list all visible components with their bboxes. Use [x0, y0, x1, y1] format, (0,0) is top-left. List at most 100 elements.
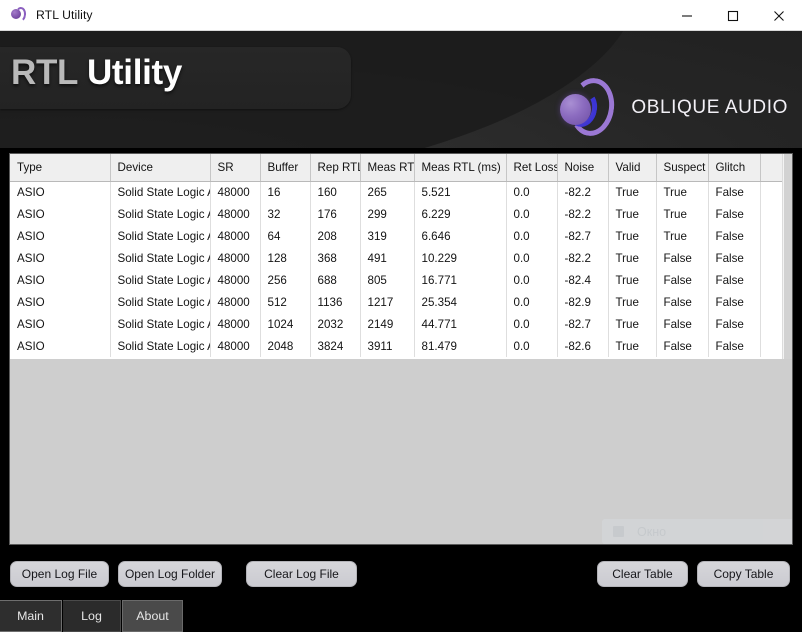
table-cell: ASIO: [10, 225, 111, 247]
table-cell: -82.4: [557, 269, 609, 291]
table-column-header[interactable]: Meas RTL: [360, 154, 415, 182]
table-column-header[interactable]: Device: [110, 154, 211, 182]
table-cell: 512: [260, 291, 311, 313]
table-cell: 81.479: [414, 335, 507, 357]
table-cell: 0.0: [506, 269, 558, 291]
table-row[interactable]: ASIOSolid State Logic AS4800010242032214…: [10, 313, 792, 335]
table-cell: ASIO: [10, 335, 111, 357]
table-cell: ASIO: [10, 313, 111, 335]
table-cell: False: [708, 203, 761, 225]
table-cell: True: [608, 181, 657, 203]
tab-main[interactable]: Main: [0, 600, 62, 632]
oblique-audio-logo-icon: [556, 75, 619, 139]
table-cell: Solid State Logic AS: [110, 247, 211, 269]
table-cell: -82.7: [557, 313, 609, 335]
clear-log-file-button[interactable]: Clear Log File: [246, 561, 357, 587]
table-cell: 16: [260, 181, 311, 203]
table-column-header[interactable]: SR: [210, 154, 261, 182]
table-cell: -82.9: [557, 291, 609, 313]
table-column-header[interactable]: Suspect: [656, 154, 709, 182]
table-column-header[interactable]: Valid: [608, 154, 657, 182]
table-header-row: TypeDeviceSRBufferRep RTLMeas RTLMeas RT…: [10, 154, 792, 182]
table-cell: True: [608, 313, 657, 335]
table-row[interactable]: ASIOSolid State Logic AS4800051211361217…: [10, 291, 792, 313]
table-cell: 48000: [210, 181, 261, 203]
table-cell: Solid State Logic AS: [110, 291, 211, 313]
table-cell: -82.2: [557, 247, 609, 269]
table-cell: False: [708, 225, 761, 247]
ghost-window-widget: Окно: [602, 519, 792, 544]
table-cell: Solid State Logic AS: [110, 225, 211, 247]
table-row[interactable]: ASIOSolid State Logic AS4800025668880516…: [10, 269, 792, 291]
table-cell: 2048: [260, 335, 311, 357]
clear-table-button[interactable]: Clear Table: [597, 561, 688, 587]
table-cell: False: [656, 335, 709, 357]
page-title: RTL Utility: [11, 53, 182, 93]
table-cell: True: [608, 203, 657, 225]
window-square-icon: [613, 526, 624, 537]
table-cell: Solid State Logic AS: [110, 269, 211, 291]
table-cell: False: [708, 291, 761, 313]
tab-log[interactable]: Log: [63, 600, 121, 632]
table-scrollbar[interactable]: [782, 154, 792, 359]
table-cell: ASIO: [10, 291, 111, 313]
table-row[interactable]: ASIOSolid State Logic AS4800012836849110…: [10, 247, 792, 269]
table-column-header[interactable]: Rep RTL: [310, 154, 361, 182]
table-cell: 2032: [310, 313, 361, 335]
table-cell: 0.0: [506, 313, 558, 335]
table-cell: -82.2: [557, 181, 609, 203]
table-cell: True: [656, 225, 709, 247]
table-cell: 48000: [210, 247, 261, 269]
table-row[interactable]: ASIOSolid State Logic AS48000321762996.2…: [10, 203, 792, 225]
table-cell: 0.0: [506, 181, 558, 203]
table-cell: -82.7: [557, 225, 609, 247]
table-cell: False: [708, 335, 761, 357]
ghost-window-label: Окно: [637, 524, 667, 539]
table-cell: Solid State Logic AS: [110, 203, 211, 225]
table-row[interactable]: ASIOSolid State Logic AS48000642083196.6…: [10, 225, 792, 247]
table-scrollbar-thumb[interactable]: [784, 154, 792, 359]
open-log-file-button[interactable]: Open Log File: [10, 561, 109, 587]
table-cell: 0.0: [506, 335, 558, 357]
table-cell: 16.771: [414, 269, 507, 291]
table-cell: 491: [360, 247, 415, 269]
table-cell: 2149: [360, 313, 415, 335]
brand: OBLIQUE AUDIO: [556, 75, 788, 139]
table-cell: False: [708, 181, 761, 203]
close-icon[interactable]: [756, 0, 802, 31]
table-cell: 1024: [260, 313, 311, 335]
brand-name: OBLIQUE AUDIO: [631, 97, 788, 118]
results-table: TypeDeviceSRBufferRep RTLMeas RTLMeas RT…: [10, 154, 792, 357]
table-row[interactable]: ASIOSolid State Logic AS48000161602655.5…: [10, 181, 792, 203]
table-cell: Solid State Logic AS: [110, 313, 211, 335]
table-column-header[interactable]: Meas RTL (ms): [414, 154, 507, 182]
table-cell: 299: [360, 203, 415, 225]
copy-table-button[interactable]: Copy Table: [697, 561, 790, 587]
table-cell: 48000: [210, 313, 261, 335]
table-cell: 176: [310, 203, 361, 225]
table-cell: -82.2: [557, 203, 609, 225]
tab-bar: Main Log About: [0, 600, 802, 632]
table-column-header[interactable]: Ret Loss: [506, 154, 558, 182]
table-cell: ASIO: [10, 269, 111, 291]
table-body: ASIOSolid State Logic AS48000161602655.5…: [10, 181, 792, 357]
table-column-header[interactable]: Type: [10, 154, 111, 182]
table-cell: 368: [310, 247, 361, 269]
table-cell: 48000: [210, 225, 261, 247]
table-cell: 256: [260, 269, 311, 291]
table-cell: 3911: [360, 335, 415, 357]
table-row[interactable]: ASIOSolid State Logic AS4800020483824391…: [10, 335, 792, 357]
open-log-folder-button[interactable]: Open Log Folder: [118, 561, 222, 587]
table-cell: 0.0: [506, 203, 558, 225]
table-column-header[interactable]: Buffer: [260, 154, 311, 182]
table-cell: 0.0: [506, 225, 558, 247]
maximize-icon[interactable]: [710, 0, 756, 31]
table-column-header[interactable]: Noise: [557, 154, 609, 182]
table-column-header[interactable]: Glitch: [708, 154, 761, 182]
table-cell: 6.646: [414, 225, 507, 247]
app-logo-icon: [11, 6, 27, 23]
tab-about[interactable]: About: [122, 600, 183, 632]
table-cell: ASIO: [10, 181, 111, 203]
table-cell: -82.6: [557, 335, 609, 357]
minimize-icon[interactable]: [664, 0, 710, 31]
